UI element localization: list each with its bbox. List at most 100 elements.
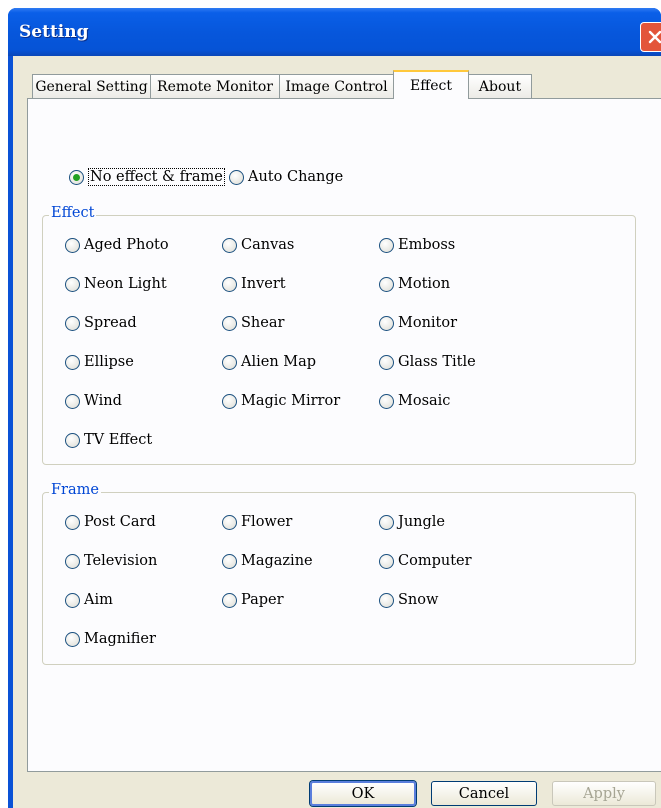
effect-option[interactable]: Invert — [222, 274, 286, 294]
effect-option[interactable]: Monitor — [379, 313, 457, 333]
tab-remote-monitor[interactable]: Remote Monitor — [150, 74, 280, 98]
radio-icon — [379, 315, 394, 331]
frame-option[interactable]: Jungle — [379, 512, 445, 532]
option-label: Magnifier — [84, 631, 156, 647]
radio-icon — [379, 393, 394, 409]
option-label: Motion — [398, 276, 451, 292]
group-label: Effect — [49, 205, 97, 221]
tab-about[interactable]: About — [468, 74, 532, 98]
frame-option[interactable]: Television — [65, 551, 157, 571]
option-label: Alien Map — [241, 354, 317, 370]
option-label: Ellipse — [84, 354, 134, 370]
effect-option[interactable]: Mosaic — [379, 391, 450, 411]
close-button[interactable] — [640, 22, 661, 52]
radio-icon — [379, 592, 394, 608]
effect-option[interactable]: Shear — [222, 313, 284, 333]
radio-icon — [229, 169, 244, 185]
window-title: Setting — [19, 22, 89, 42]
radio-icon — [222, 237, 237, 253]
radio-icon — [222, 354, 237, 370]
apply-button: Apply — [552, 781, 656, 806]
effect-tab-panel: No effect & frame Auto Change Effect Age… — [27, 98, 661, 772]
ok-button[interactable]: OK — [310, 781, 416, 806]
effect-option[interactable]: TV Effect — [65, 430, 152, 450]
radio-icon — [222, 553, 237, 569]
tab-label: Image Control — [285, 78, 388, 95]
option-label: Computer — [398, 553, 472, 569]
radio-icon — [65, 354, 80, 370]
option-label: Jungle — [398, 514, 445, 530]
radio-icon — [379, 354, 394, 370]
effect-option[interactable]: Magic Mirror — [222, 391, 340, 411]
effect-option[interactable]: Wind — [65, 391, 122, 411]
effect-option[interactable]: Canvas — [222, 235, 294, 255]
effect-option[interactable]: Emboss — [379, 235, 455, 255]
tab-label: Effect — [410, 77, 452, 94]
option-label: Aged Photo — [84, 237, 169, 253]
settings-dialog: Setting General Setting Remote Monitor I… — [8, 8, 661, 808]
radio-icon — [65, 393, 80, 409]
effect-option[interactable]: Spread — [65, 313, 137, 333]
radio-icon — [222, 592, 237, 608]
radio-icon — [379, 237, 394, 253]
radio-icon — [65, 315, 80, 331]
radio-icon — [379, 514, 394, 530]
option-label: Magazine — [241, 553, 313, 569]
radio-icon — [65, 514, 80, 530]
radio-label: Auto Change — [248, 169, 344, 185]
radio-icon — [379, 553, 394, 569]
effect-option[interactable]: Aged Photo — [65, 235, 169, 255]
frame-option[interactable]: Aim — [65, 590, 113, 610]
tab-image-control[interactable]: Image Control — [279, 74, 394, 98]
option-label: Emboss — [398, 237, 456, 253]
option-label: TV Effect — [84, 432, 153, 448]
option-label: Snow — [398, 592, 439, 608]
option-label: Paper — [241, 592, 284, 608]
frame-option[interactable]: Snow — [379, 590, 438, 610]
tab-label: General Setting — [35, 78, 148, 95]
option-label: Invert — [241, 276, 286, 292]
effect-option[interactable]: Neon Light — [65, 274, 167, 294]
radio-icon — [65, 553, 80, 569]
option-label: Post Card — [84, 514, 156, 530]
radio-icon — [65, 276, 80, 292]
option-label: Aim — [84, 592, 113, 608]
frame-option[interactable]: Magnifier — [65, 629, 156, 649]
effect-option[interactable]: Ellipse — [65, 352, 134, 372]
option-label: Spread — [84, 315, 137, 331]
option-label: Mosaic — [398, 393, 451, 409]
radio-icon — [65, 237, 80, 253]
frame-option[interactable]: Flower — [222, 512, 292, 532]
button-label: Apply — [583, 785, 625, 802]
radio-icon — [222, 393, 237, 409]
close-icon — [648, 30, 661, 44]
frame-option[interactable]: Paper — [222, 590, 284, 610]
auto-change-radio[interactable]: Auto Change — [229, 167, 343, 187]
frame-group: Frame Post Card Flower Jungle Television… — [42, 482, 636, 665]
tab-label: About — [478, 78, 522, 95]
radio-icon — [222, 276, 237, 292]
option-label: Monitor — [398, 315, 458, 331]
option-label: Flower — [241, 514, 293, 530]
tab-strip: General Setting Remote Monitor Image Con… — [13, 56, 661, 99]
frame-option[interactable]: Magazine — [222, 551, 313, 571]
frame-option[interactable]: Computer — [379, 551, 472, 571]
radio-icon — [379, 276, 394, 292]
cancel-button[interactable]: Cancel — [431, 781, 537, 806]
option-label: Canvas — [241, 237, 295, 253]
button-label: Cancel — [458, 785, 510, 802]
option-label: Shear — [241, 315, 285, 331]
title-bar[interactable]: Setting — [8, 8, 661, 56]
option-label: Neon Light — [84, 276, 167, 292]
tab-general-setting[interactable]: General Setting — [32, 74, 151, 98]
effect-group: Effect Aged Photo Canvas Emboss Neon Lig… — [42, 205, 636, 465]
no-effect-radio[interactable]: No effect & frame — [69, 167, 225, 187]
effect-option[interactable]: Motion — [379, 274, 450, 294]
effect-option[interactable]: Glass Title — [379, 352, 476, 372]
option-label: Magic Mirror — [241, 393, 341, 409]
effect-option[interactable]: Alien Map — [222, 352, 316, 372]
frame-option[interactable]: Post Card — [65, 512, 156, 532]
radio-selected-icon — [69, 169, 84, 185]
option-label: Wind — [84, 393, 122, 409]
tab-effect[interactable]: Effect — [393, 70, 469, 99]
